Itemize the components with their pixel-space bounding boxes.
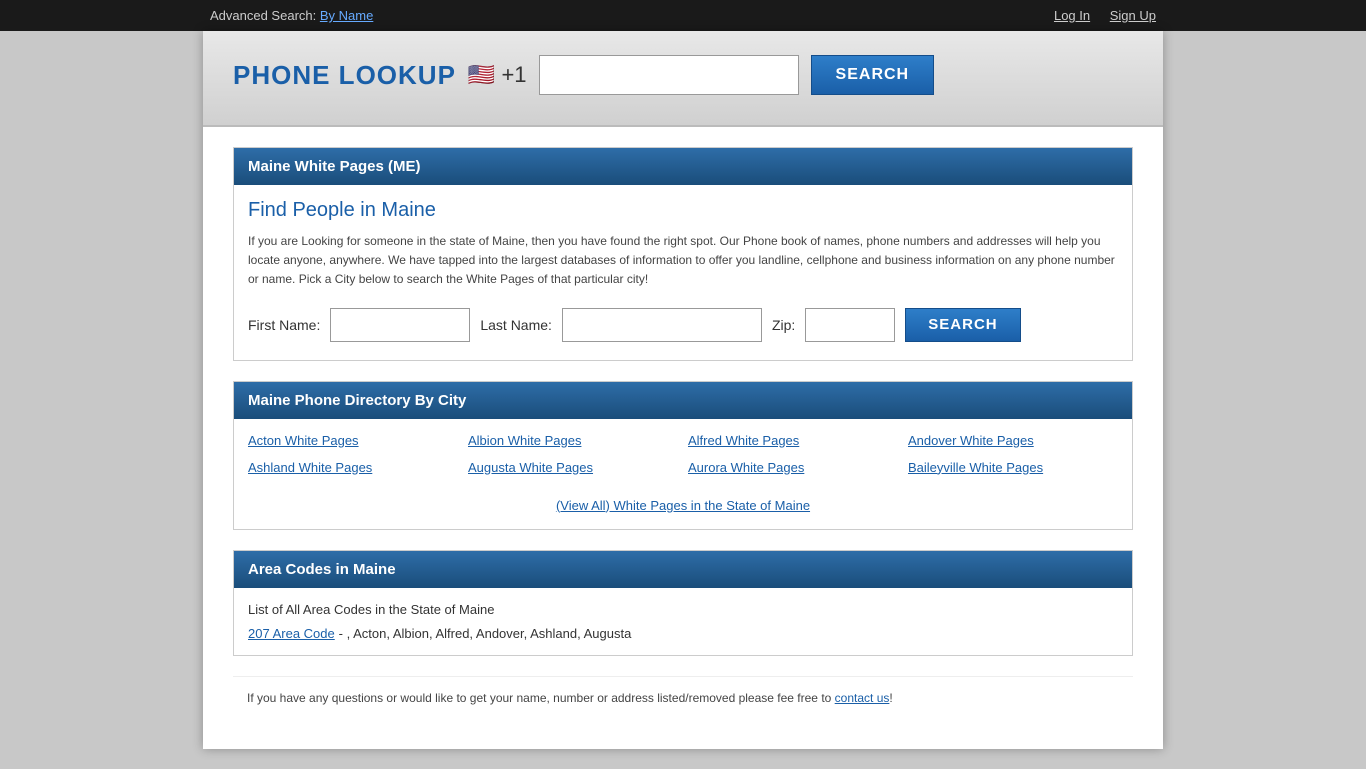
area-codes-content: List of All Area Codes in the State of M… bbox=[234, 588, 1132, 655]
city-section: Maine Phone Directory By City Acton Whit… bbox=[233, 381, 1133, 530]
footer-note-before: If you have any questions or would like … bbox=[247, 691, 835, 705]
city-link-0[interactable]: Acton White Pages bbox=[248, 433, 458, 448]
find-people-description: If you are Looking for someone in the st… bbox=[234, 232, 1132, 290]
footer-note-after: ! bbox=[889, 691, 892, 705]
top-bar-right: Log In Sign Up bbox=[1038, 8, 1366, 23]
by-name-link[interactable]: By Name bbox=[320, 8, 373, 23]
flag-icon: 🇺🇸 bbox=[468, 62, 495, 87]
whitepages-section: Maine White Pages (ME) Find People in Ma… bbox=[233, 147, 1133, 361]
city-link-7[interactable]: Baileyville White Pages bbox=[908, 460, 1118, 475]
content-area: Maine White Pages (ME) Find People in Ma… bbox=[203, 127, 1163, 749]
area-code-207-description: - , Acton, Albion, Alfred, Andover, Ashl… bbox=[339, 626, 632, 641]
phone-lookup-section: PHONE LOOKUP 🇺🇸 +1 SEARCH bbox=[203, 31, 1163, 127]
login-link[interactable]: Log In bbox=[1054, 8, 1090, 23]
people-search-form: First Name: Last Name: Zip: SEARCH bbox=[234, 308, 1132, 360]
city-link-1[interactable]: Albion White Pages bbox=[468, 433, 678, 448]
last-name-input[interactable] bbox=[562, 308, 762, 342]
last-name-label: Last Name: bbox=[480, 317, 552, 333]
phone-input[interactable] bbox=[539, 55, 799, 95]
city-link-2[interactable]: Alfred White Pages bbox=[688, 433, 898, 448]
city-link-5[interactable]: Augusta White Pages bbox=[468, 460, 678, 475]
city-link-6[interactable]: Aurora White Pages bbox=[688, 460, 898, 475]
people-search-button[interactable]: SEARCH bbox=[905, 308, 1020, 342]
area-codes-list-label: List of All Area Codes in the State of M… bbox=[248, 602, 1118, 617]
advanced-search-label: Advanced Search: bbox=[210, 8, 316, 23]
first-name-label: First Name: bbox=[248, 317, 320, 333]
city-links-container: Acton White Pages Albion White Pages Alfre… bbox=[234, 419, 1132, 489]
signup-link[interactable]: Sign Up bbox=[1110, 8, 1156, 23]
phone-search-button[interactable]: SEARCH bbox=[811, 55, 935, 95]
city-link-4[interactable]: Ashland White Pages bbox=[248, 460, 458, 475]
footer-note: If you have any questions or would like … bbox=[233, 676, 1133, 719]
phone-lookup-title: PHONE LOOKUP bbox=[233, 60, 456, 91]
first-name-input[interactable] bbox=[330, 308, 470, 342]
area-codes-section-header: Area Codes in Maine bbox=[234, 551, 1132, 588]
top-bar-left: Advanced Search: By Name bbox=[0, 8, 373, 23]
main-wrapper: PHONE LOOKUP 🇺🇸 +1 SEARCH Maine White Pa… bbox=[203, 31, 1163, 749]
view-all-link[interactable]: (View All) White Pages in the State of M… bbox=[556, 498, 810, 513]
view-all-container: (View All) White Pages in the State of M… bbox=[234, 489, 1132, 529]
area-code-207-link[interactable]: 207 Area Code bbox=[248, 626, 335, 641]
zip-label: Zip: bbox=[772, 317, 795, 333]
find-people-title: Find People in Maine bbox=[234, 199, 1132, 222]
flag-prefix: 🇺🇸 +1 bbox=[468, 62, 527, 88]
top-bar: Advanced Search: By Name Log In Sign Up bbox=[0, 0, 1366, 31]
whitepages-section-header: Maine White Pages (ME) bbox=[234, 148, 1132, 185]
contact-us-link[interactable]: contact us bbox=[835, 691, 890, 705]
city-section-header: Maine Phone Directory By City bbox=[234, 382, 1132, 419]
city-link-3[interactable]: Andover White Pages bbox=[908, 433, 1118, 448]
phone-prefix: +1 bbox=[501, 62, 526, 87]
area-codes-section: Area Codes in Maine List of All Area Cod… bbox=[233, 550, 1133, 656]
zip-input[interactable] bbox=[805, 308, 895, 342]
